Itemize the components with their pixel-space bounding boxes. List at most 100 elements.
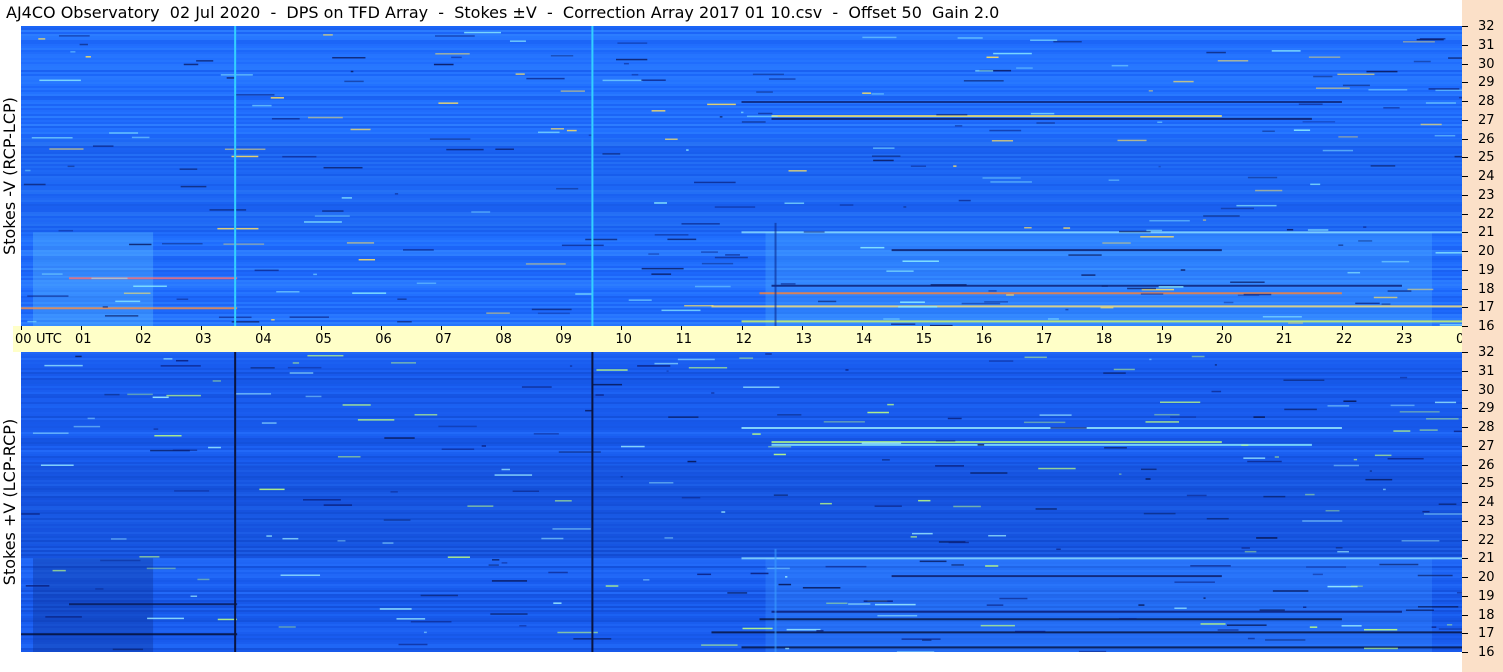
lower-speckle xyxy=(637,365,671,367)
upper-speckle xyxy=(23,183,46,186)
upper-speckle xyxy=(446,148,484,151)
lower-speckle xyxy=(410,620,452,623)
upper-speckle xyxy=(1223,301,1234,304)
x-tick-mark xyxy=(681,326,683,330)
upper-speckle xyxy=(1158,165,1161,168)
x-tick-mark xyxy=(1041,326,1043,330)
lower-interference-streak xyxy=(69,603,238,606)
x-tick-label: 03 xyxy=(195,332,212,347)
lower-speckle xyxy=(1426,418,1459,420)
lower-speckle xyxy=(654,362,679,365)
x-tick-mark xyxy=(921,326,923,330)
upper-speckle xyxy=(289,316,329,318)
upper-speckle xyxy=(1024,226,1032,229)
lower-speckle xyxy=(1369,470,1372,472)
lower-speckle xyxy=(802,587,841,589)
lower-spectrogram-svg xyxy=(21,352,1462,652)
lower-speckle xyxy=(1353,458,1358,461)
upper-interference-streak xyxy=(741,320,1462,323)
lower-speckle xyxy=(569,365,573,367)
lower-speckle xyxy=(160,365,201,367)
upper-speckle xyxy=(350,128,371,131)
lower-speckle xyxy=(1241,444,1249,447)
upper-speckle xyxy=(537,312,570,315)
lower-vertical-line xyxy=(234,352,237,652)
lower-speckle xyxy=(533,433,559,435)
upper-band xyxy=(21,38,1462,40)
upper-speckle xyxy=(403,249,434,251)
lower-speckle xyxy=(1337,550,1349,553)
upper-speckle xyxy=(961,302,1001,305)
lower-speckle xyxy=(154,434,182,437)
lower-band xyxy=(21,396,1462,398)
x-tick-mark xyxy=(381,326,383,330)
lower-band xyxy=(21,354,1462,356)
lower-speckle xyxy=(970,472,1008,474)
lower-speckle xyxy=(980,624,1015,627)
x-tick-mark xyxy=(981,326,983,330)
x-tick-mark xyxy=(621,326,623,330)
lower-speckle xyxy=(1039,414,1072,416)
lower-band xyxy=(21,422,1462,424)
lower-speckle xyxy=(21,513,40,515)
lower-band xyxy=(21,364,1462,366)
lower-speckle xyxy=(390,491,398,493)
frequency-axis: 32 31 30 29 28 27 26 25 24 23 22 21 20 19 18 17 16 32 31 30… xyxy=(1462,0,1503,672)
upper-band xyxy=(21,136,1462,138)
lower-bright-region xyxy=(765,558,1432,652)
upper-speckle xyxy=(756,91,773,93)
upper-band xyxy=(21,46,1462,48)
upper-speckle xyxy=(49,148,84,150)
y-tick-mark xyxy=(1462,26,1468,27)
upper-speckle xyxy=(271,118,300,120)
lower-speckle xyxy=(208,446,221,449)
lower-speckle xyxy=(863,600,893,602)
lower-speckle xyxy=(423,631,427,634)
y-tick-mark xyxy=(1462,539,1468,541)
y-tick-mark xyxy=(1462,232,1468,234)
lower-speckle xyxy=(25,585,50,587)
y-tick-label: 26 xyxy=(1478,131,1495,147)
lower-speckle xyxy=(985,565,999,567)
lower-speckle xyxy=(867,411,889,414)
lower-speckle xyxy=(778,583,792,586)
upper-speckle xyxy=(27,295,69,297)
upper-speckle xyxy=(1402,41,1435,43)
lower-speckle xyxy=(488,564,499,566)
x-tick-mark xyxy=(201,326,203,330)
upper-speckle xyxy=(1454,155,1462,158)
upper-speckle xyxy=(1262,315,1302,318)
lower-band xyxy=(21,420,1462,422)
lower-speckle xyxy=(742,627,773,630)
upper-speckle xyxy=(1322,149,1354,152)
upper-speckle xyxy=(585,238,618,241)
upper-speckle xyxy=(1355,302,1380,305)
upper-speckle xyxy=(1310,183,1321,186)
upper-speckle xyxy=(435,35,475,37)
upper-speckle xyxy=(451,56,462,59)
x-tick-label: 19 xyxy=(1155,332,1173,347)
y-tick-mark xyxy=(1462,577,1468,578)
lower-speckle xyxy=(32,432,69,434)
upper-speckle xyxy=(817,300,837,303)
x-tick-label: 18 xyxy=(1095,332,1113,347)
upper-speckle xyxy=(91,277,128,280)
lower-speckle xyxy=(585,409,593,412)
y-tick-mark xyxy=(1462,389,1468,391)
x-tick-label: 05 xyxy=(315,332,332,347)
upper-band xyxy=(21,120,1462,122)
lower-speckle xyxy=(677,358,715,361)
lower-speckle xyxy=(752,433,761,435)
lower-speckle xyxy=(166,394,201,397)
upper-speckle xyxy=(991,140,1014,142)
lower-speckle xyxy=(147,617,184,620)
upper-speckle xyxy=(741,121,766,123)
upper-speckle xyxy=(234,94,275,96)
lower-speckle xyxy=(163,358,173,360)
y-tick-label: 31 xyxy=(1478,363,1495,379)
lower-speckle xyxy=(1305,493,1315,496)
x-tick-label: 10 xyxy=(615,332,632,347)
lower-speckle xyxy=(1243,457,1266,459)
lower-band xyxy=(21,454,1462,456)
upper-speckle xyxy=(58,229,74,232)
